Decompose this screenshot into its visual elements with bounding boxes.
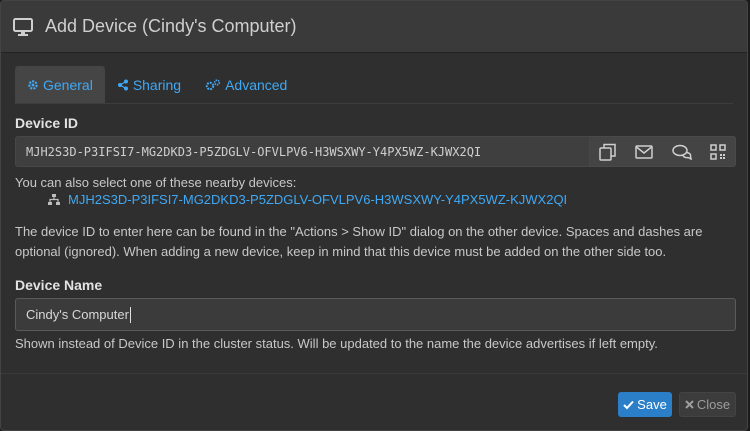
device-id-label: Device ID bbox=[15, 115, 79, 131]
tab-general-label: General bbox=[43, 76, 93, 93]
dialog-header: Add Device (Cindy's Computer) bbox=[1, 1, 747, 53]
device-id-help: The device ID to enter here can be found… bbox=[15, 224, 703, 259]
tab-advanced-label: Advanced bbox=[225, 76, 288, 93]
nearby-device-item[interactable]: MJH2S3D-P3IFSI7-MG2DKD3-P5ZDGLV-OFVLPV6-… bbox=[47, 192, 567, 207]
dialog-title: Add Device (Cindy's Computer) bbox=[45, 16, 297, 36]
tab-bar: General Sharing Advanced bbox=[15, 66, 733, 104]
nearby-intro: You can also select one of these nearby … bbox=[15, 175, 297, 190]
close-button[interactable]: Close bbox=[679, 392, 736, 417]
footer-divider bbox=[1, 373, 747, 374]
nearby-device-link[interactable]: MJH2S3D-P3IFSI7-MG2DKD3-P5ZDGLV-OFVLPV6-… bbox=[68, 192, 567, 207]
check-icon bbox=[623, 400, 634, 409]
close-button-label: Close bbox=[696, 397, 731, 412]
close-icon bbox=[685, 400, 694, 409]
device-name-input[interactable]: Cindy's Computer bbox=[15, 298, 736, 331]
desktop-icon bbox=[13, 17, 35, 37]
tab-general[interactable]: General bbox=[15, 66, 105, 103]
save-button[interactable]: Save bbox=[618, 392, 672, 417]
tab-advanced[interactable]: Advanced bbox=[193, 66, 299, 103]
email-icon[interactable] bbox=[635, 144, 654, 159]
device-name-label: Device Name bbox=[15, 277, 103, 293]
save-button-label: Save bbox=[637, 397, 667, 412]
qrcode-icon[interactable] bbox=[710, 143, 726, 160]
text-caret bbox=[129, 306, 131, 323]
tab-sharing[interactable]: Sharing bbox=[105, 66, 193, 103]
device-name-help: Shown instead of Device ID in the cluste… bbox=[15, 336, 658, 351]
device-id-input[interactable]: MJH2S3D-P3IFSI7-MG2DKD3-P5ZDGLV-OFVLPV6-… bbox=[15, 136, 590, 167]
device-name-value: Cindy's Computer bbox=[26, 307, 129, 322]
device-id-group: MJH2S3D-P3IFSI7-MG2DKD3-P5ZDGLV-OFVLPV6-… bbox=[15, 136, 736, 167]
gears-icon bbox=[205, 78, 221, 90]
sitemap-icon bbox=[48, 193, 60, 205]
tab-sharing-label: Sharing bbox=[132, 76, 182, 93]
device-id-actions bbox=[590, 136, 736, 167]
gear-icon bbox=[28, 79, 38, 90]
copy-icon[interactable] bbox=[599, 143, 617, 161]
share-icon bbox=[117, 79, 128, 90]
add-device-dialog: Add Device (Cindy's Computer) General Sh… bbox=[0, 0, 748, 431]
chat-icon[interactable] bbox=[671, 144, 692, 160]
